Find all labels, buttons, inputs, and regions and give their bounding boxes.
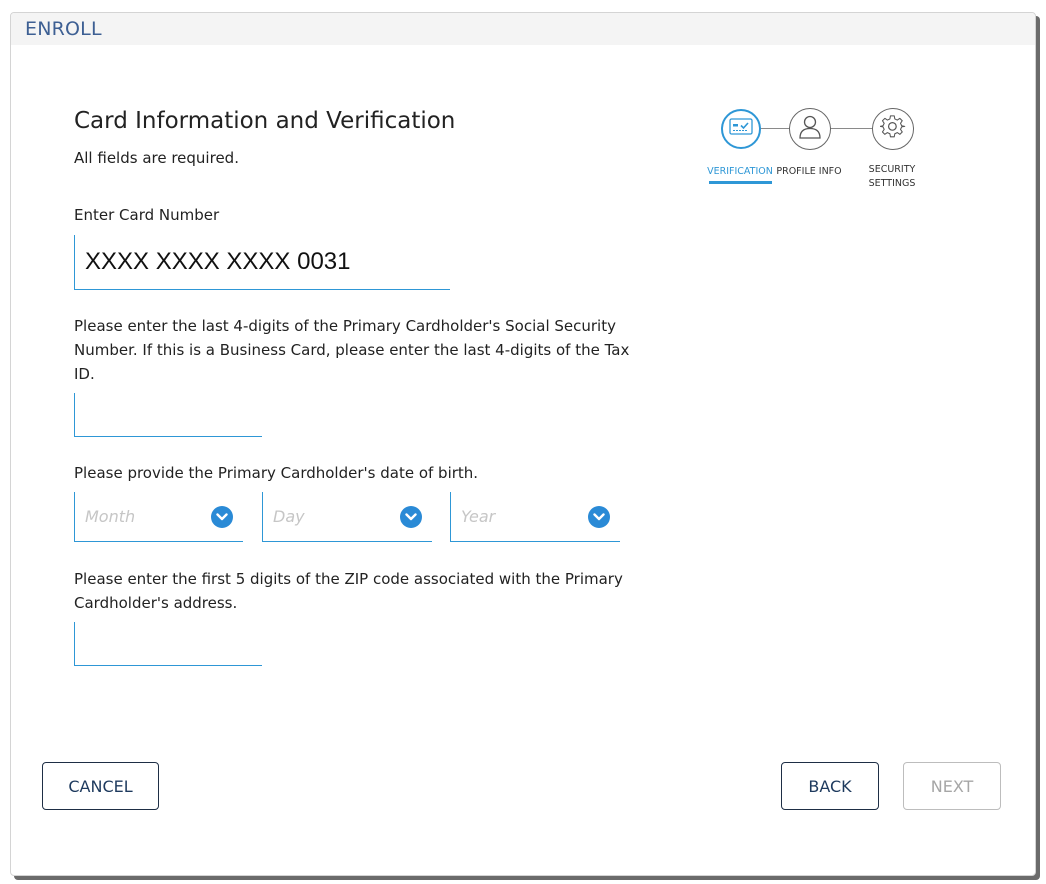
step-profile-circle [789, 108, 831, 150]
cancel-button[interactable]: CANCEL [42, 762, 159, 810]
step-label-profile: PROFILE INFO [776, 166, 842, 177]
day-select[interactable]: Day [262, 492, 432, 542]
zip-input[interactable] [75, 622, 262, 665]
day-placeholder: Day [273, 507, 305, 526]
step-label-verification: VERIFICATION [707, 166, 773, 177]
user-icon [798, 114, 822, 144]
zip-field [74, 622, 262, 666]
step-verification-circle [721, 109, 761, 149]
month-placeholder: Month [85, 507, 136, 526]
zip-label: Please enter the first 5 digits of the Z… [74, 570, 623, 612]
active-step-indicator [709, 181, 772, 184]
ssn-label: Please enter the last 4-digits of the Pr… [74, 317, 630, 383]
dob-label: Please provide the Primary Cardholder's … [74, 464, 479, 482]
year-placeholder: Year [461, 507, 496, 526]
card-number-field [74, 235, 450, 290]
dialog-title: ENROLL [25, 18, 102, 40]
required-note: All fields are required. [74, 149, 239, 167]
step-security-circle [872, 108, 914, 150]
enroll-dialog: ENROLL Card Information and Verification… [10, 12, 1036, 876]
gear-icon [879, 114, 906, 144]
back-button[interactable]: BACK [781, 762, 879, 810]
month-select[interactable]: Month [74, 492, 243, 542]
dialog-header: ENROLL [11, 13, 1035, 45]
progress-stepper: VERIFICATION PROFILE INFO SECURITY SETTI… [705, 108, 945, 199]
chevron-down-icon [588, 505, 610, 528]
card-number-label: Enter Card Number [74, 206, 220, 224]
ssn-input[interactable] [75, 393, 262, 436]
page-title: Card Information and Verification [74, 108, 456, 134]
card-number-input[interactable] [75, 235, 450, 289]
year-select[interactable]: Year [450, 492, 620, 542]
next-button[interactable]: NEXT [903, 762, 1001, 810]
ssn-field [74, 393, 262, 437]
step-label-security: SECURITY SETTINGS [868, 164, 916, 189]
card-check-icon [729, 118, 753, 140]
chevron-down-icon [211, 505, 233, 528]
step-connector [830, 128, 872, 129]
chevron-down-icon [400, 505, 422, 528]
